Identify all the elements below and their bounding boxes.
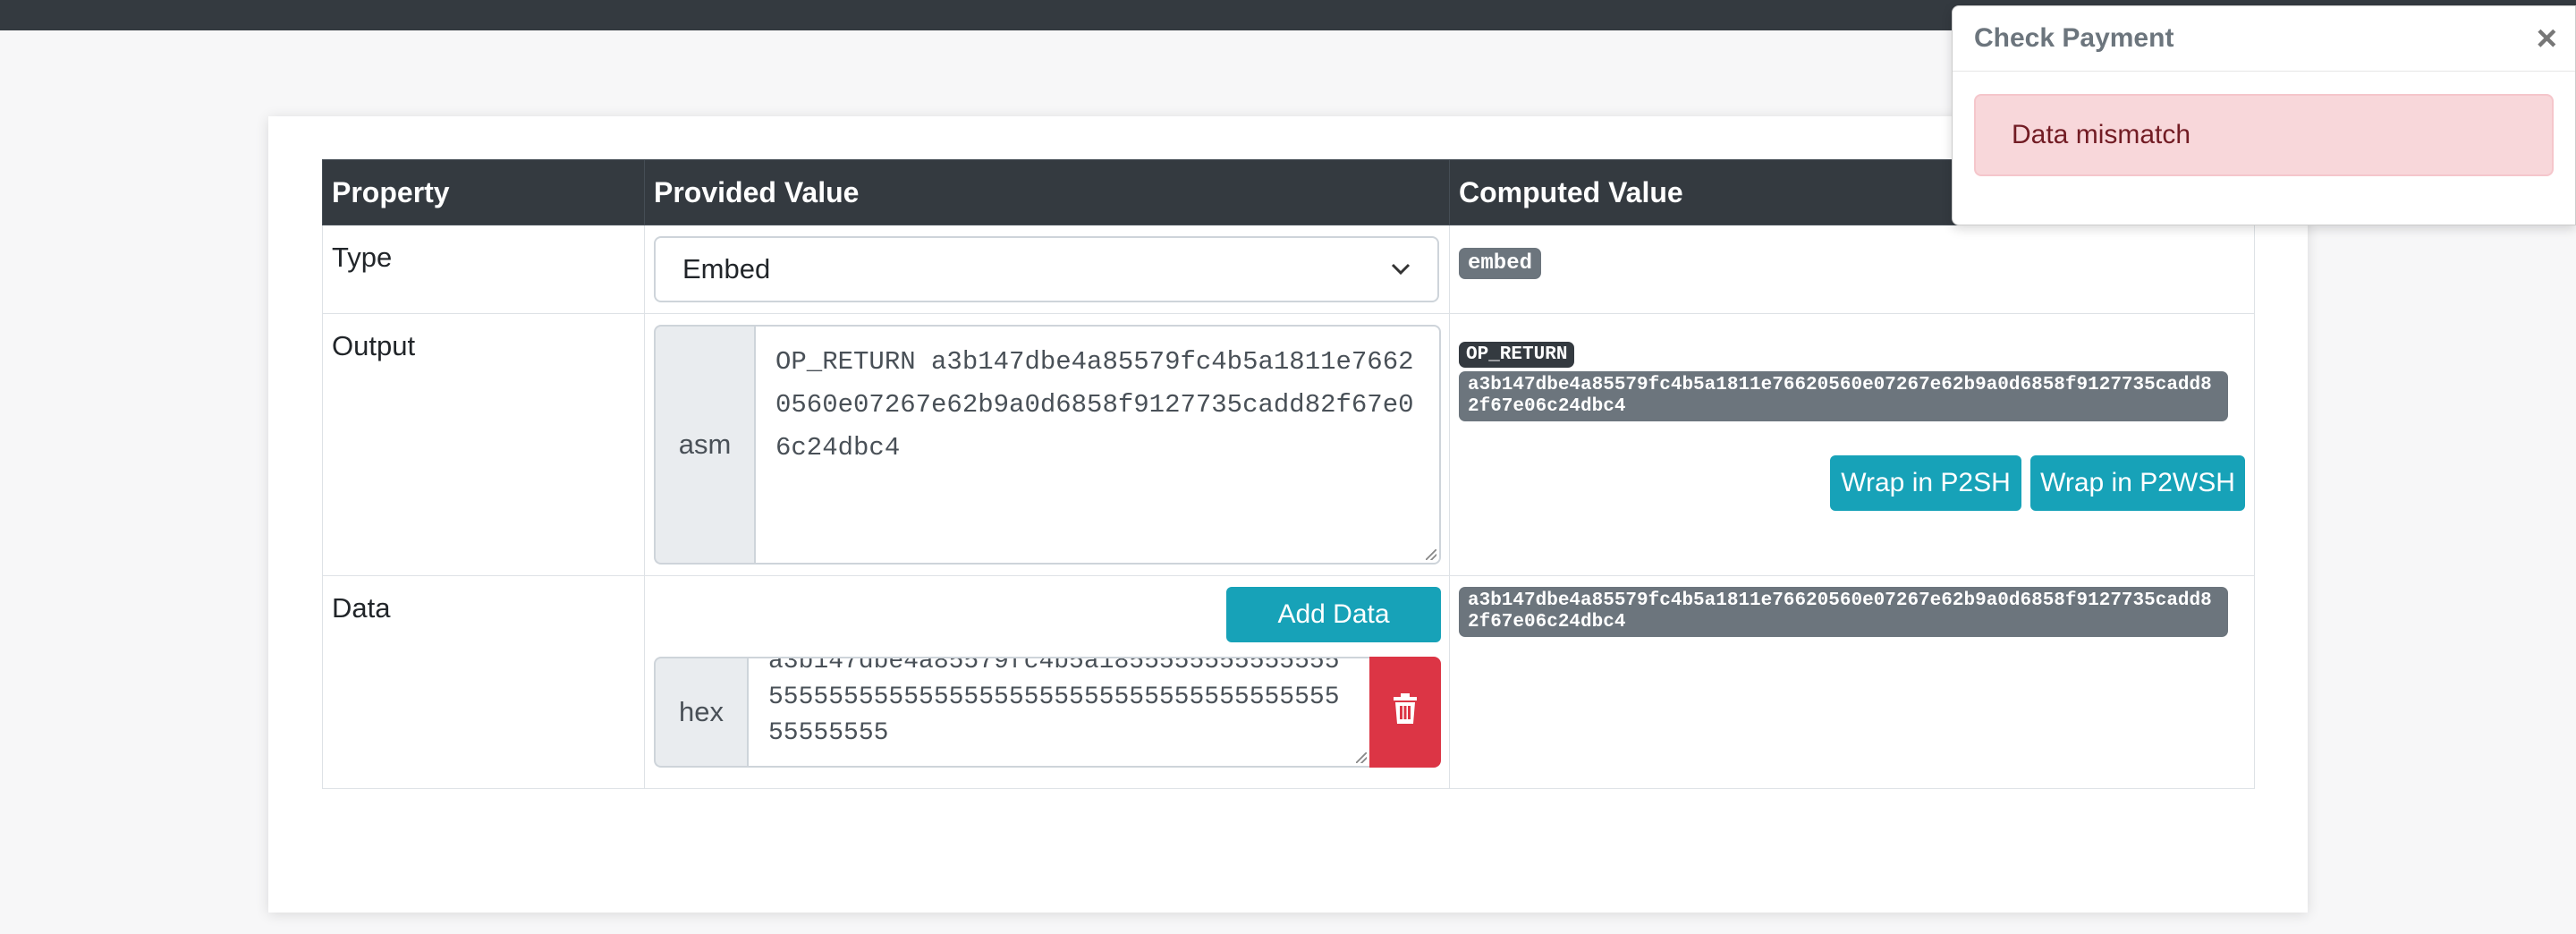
wrap-p2sh-button[interactable]: Wrap in P2SH: [1830, 455, 2021, 511]
data-mismatch-alert: Data mismatch: [1974, 94, 2554, 176]
output-opcode-badge: OP_RETURN: [1459, 342, 1575, 368]
asm-addon: asm: [654, 325, 754, 565]
data-provided-cell: Add Data hex a3b147dbe4a85579fc4b5a18555…: [644, 575, 1450, 789]
data-hex-textarea[interactable]: a3b147dbe4a85579fc4b5a185555555555555555…: [747, 657, 1369, 768]
output-asm-textarea[interactable]: OP_RETURN a3b147dbe4a85579fc4b5a1811e766…: [754, 325, 1441, 565]
resize-handle-icon[interactable]: [1426, 549, 1436, 560]
type-provided-cell: Embed: [644, 225, 1450, 314]
delete-data-button[interactable]: [1369, 657, 1441, 768]
type-select[interactable]: Embed: [654, 236, 1439, 302]
output-provided-cell: asm OP_RETURN a3b147dbe4a85579fc4b5a1811…: [644, 313, 1450, 576]
check-payment-popover: Check Payment × Data mismatch: [1952, 5, 2576, 225]
output-input-group: asm OP_RETURN a3b147dbe4a85579fc4b5a1811…: [654, 325, 1441, 565]
type-computed-badge: embed: [1459, 248, 1542, 279]
add-data-row: Add Data: [654, 587, 1441, 642]
close-icon[interactable]: ×: [2537, 19, 2557, 59]
properties-table: Property Provided Value Computed Value T…: [322, 159, 2255, 789]
type-computed-cell: embed: [1449, 225, 2255, 314]
type-select-value: Embed: [682, 253, 771, 284]
data-computed-hex-badge: a3b147dbe4a85579fc4b5a1811e76620560e0726…: [1459, 587, 2228, 637]
header-provided-value: Provided Value: [644, 159, 1450, 225]
popover-header: Check Payment ×: [1953, 6, 2575, 72]
header-property: Property: [322, 159, 645, 225]
row-label-type: Type: [322, 225, 645, 314]
data-hex-text: a3b147dbe4a85579fc4b5a185555555555555555…: [768, 657, 1340, 747]
chevron-down-icon: [1391, 257, 1411, 282]
hex-addon: hex: [654, 657, 747, 768]
row-label-output: Output: [322, 313, 645, 576]
output-computed-cell: OP_RETURN a3b147dbe4a85579fc4b5a1811e766…: [1449, 313, 2255, 576]
trash-icon: [1393, 693, 1418, 731]
popover-title: Check Payment: [1974, 23, 2174, 53]
table-row-output: Output asm OP_RETURN a3b147dbe4a85579fc4…: [322, 313, 2255, 576]
output-asm-text: OP_RETURN a3b147dbe4a85579fc4b5a1811e766…: [775, 347, 1414, 463]
wrap-buttons: Wrap in P2SH Wrap in P2WSH: [1459, 455, 2245, 511]
table-row-data: Data Add Data hex a3b147dbe4a85579fc4b5a…: [322, 575, 2255, 789]
data-computed-cell: a3b147dbe4a85579fc4b5a1811e76620560e0726…: [1449, 575, 2255, 789]
resize-handle-icon[interactable]: [1356, 752, 1367, 763]
table-row-type: Type Embed embed: [322, 225, 2255, 314]
row-label-data: Data: [322, 575, 645, 789]
add-data-button[interactable]: Add Data: [1226, 587, 1441, 642]
output-computed-hex-badge: a3b147dbe4a85579fc4b5a1811e76620560e0726…: [1459, 371, 2228, 421]
data-input-group: hex a3b147dbe4a85579fc4b5a18555555555555…: [654, 657, 1441, 768]
wrap-p2wsh-button[interactable]: Wrap in P2WSH: [2030, 455, 2245, 511]
